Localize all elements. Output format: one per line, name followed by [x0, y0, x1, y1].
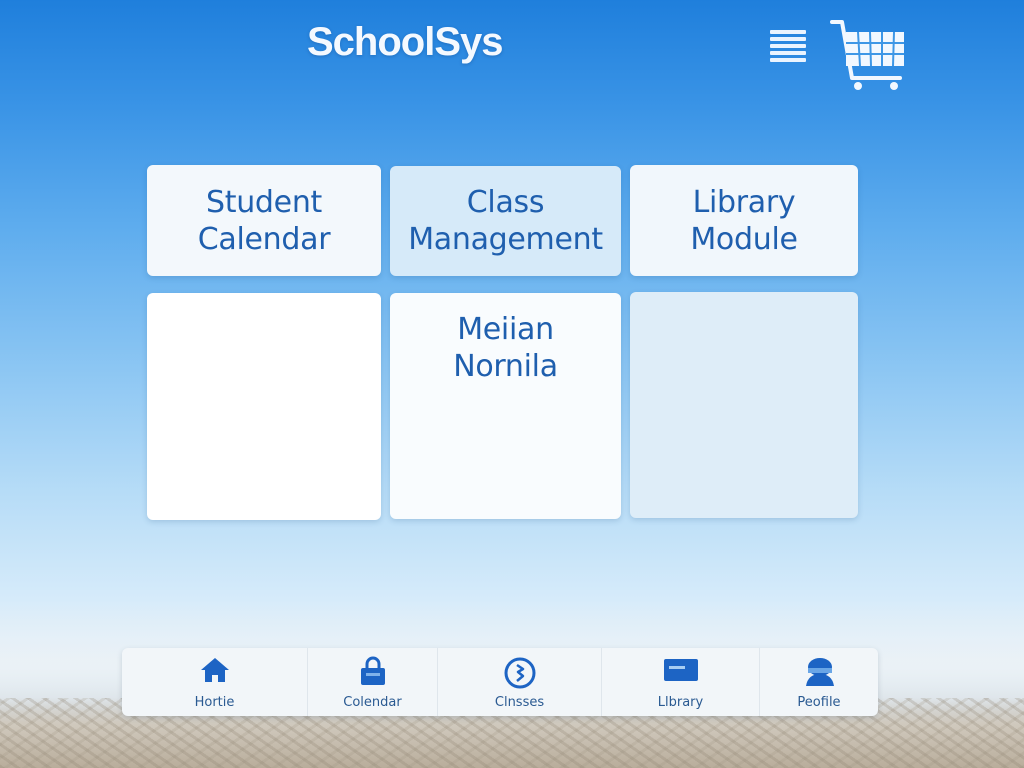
- profile-icon: [802, 656, 836, 694]
- nav-item-calendar[interactable]: Colendar: [308, 648, 438, 716]
- empty-card-left[interactable]: [147, 293, 381, 520]
- nav-label: Colendar: [343, 695, 402, 710]
- calendar-lock-icon: [358, 656, 388, 690]
- nav-label: Llbrary: [657, 695, 704, 710]
- class-management-card[interactable]: Class Management: [390, 166, 621, 276]
- nav-item-classes[interactable]: Clnsses: [438, 648, 602, 716]
- card-label: Student Calendar: [197, 184, 331, 257]
- classes-circle-icon: [503, 656, 537, 694]
- shopping-cart-icon[interactable]: [828, 16, 912, 94]
- hamburger-menu-icon[interactable]: [770, 30, 806, 64]
- nav-label: Peofile: [797, 695, 841, 710]
- nav-item-profile[interactable]: Peofile: [760, 648, 878, 716]
- nav-item-library[interactable]: Llbrary: [602, 648, 760, 716]
- bottom-nav: Hortie Colendar Clnsses Llbrary Peofile: [122, 648, 878, 716]
- card-label: Library Module: [690, 184, 798, 257]
- student-calendar-card[interactable]: Student Calendar: [147, 165, 381, 276]
- card-label: Mеiian Nornila: [453, 312, 558, 384]
- empty-card-right[interactable]: [630, 292, 858, 518]
- library-card-icon: [663, 656, 699, 686]
- app-title: SchoolSys: [307, 20, 504, 64]
- nav-label: Hortie: [194, 695, 235, 710]
- home-icon: [199, 656, 231, 688]
- nav-item-home[interactable]: Hortie: [122, 648, 308, 716]
- card-label: Class Management: [408, 185, 603, 257]
- nav-label: Clnsses: [494, 695, 545, 710]
- meiian-nornila-card[interactable]: Mеiian Nornila: [390, 293, 621, 519]
- library-module-card[interactable]: Library Module: [630, 165, 858, 276]
